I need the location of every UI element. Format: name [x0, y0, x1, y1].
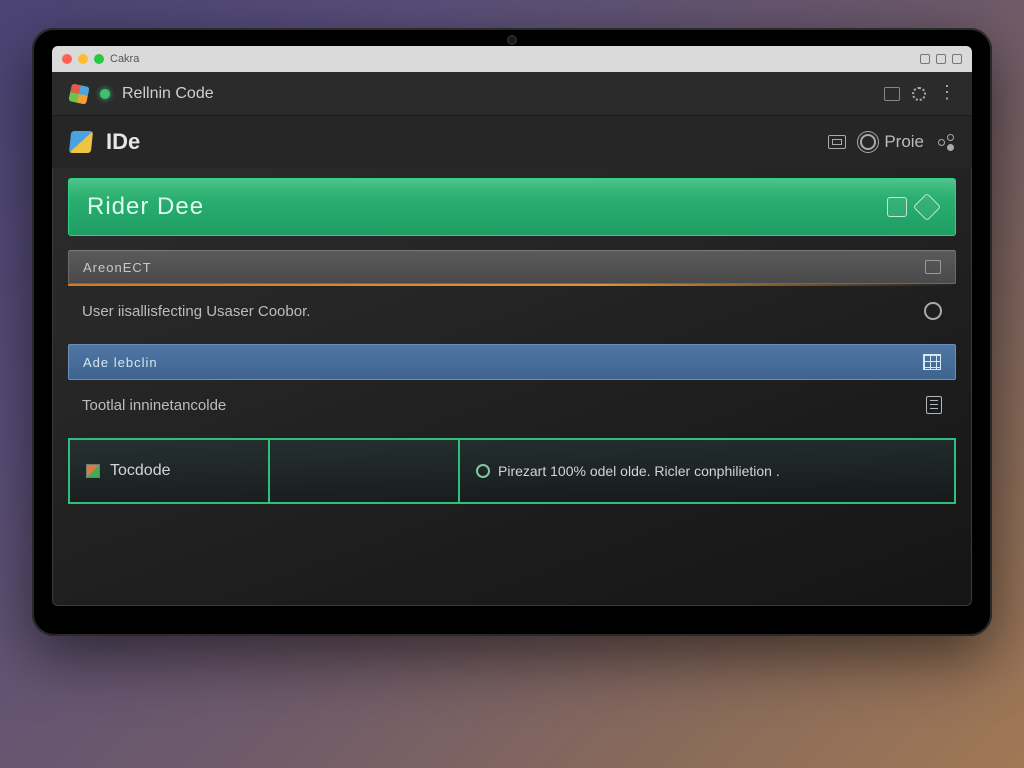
- panel-icon: [828, 135, 846, 149]
- monitor-frame: Cakra Rellnin Code ⋮ IDe Proie: [32, 28, 992, 636]
- bottom-left-label: Tocdode: [110, 462, 171, 480]
- os-title: Cakra: [110, 53, 139, 65]
- radio-icon[interactable]: [924, 302, 942, 320]
- brand-cube-icon: [69, 131, 93, 153]
- window-layout-icon[interactable]: [884, 87, 900, 101]
- os-titlebar: Cakra: [52, 46, 972, 72]
- project-menu[interactable]: Proie: [860, 132, 924, 152]
- module-icon: [86, 464, 100, 478]
- bottom-middle-cell[interactable]: [270, 440, 460, 502]
- tab-bar: Rellnin Code ⋮: [52, 72, 972, 116]
- document-icon[interactable]: [926, 396, 942, 414]
- minimize-window-icon[interactable]: [78, 54, 88, 64]
- divider-orange: [68, 284, 956, 286]
- document-icon[interactable]: [887, 197, 907, 217]
- section-header-b[interactable]: Ade lebclin: [68, 344, 956, 380]
- status-dot-icon: [100, 89, 110, 99]
- tab-title[interactable]: Rellnin Code: [122, 85, 214, 103]
- app-toolbar: IDe Proie: [52, 116, 972, 168]
- gear-icon: [860, 134, 876, 150]
- grid-icon[interactable]: [923, 354, 941, 370]
- section-header-a[interactable]: AreonECT: [68, 250, 956, 284]
- systray-icon[interactable]: [936, 54, 946, 64]
- systray-icon[interactable]: [952, 54, 962, 64]
- section-a-body-row: User iisallisfecting Usaser Coobor.: [68, 294, 956, 328]
- panel-icon[interactable]: [925, 260, 941, 274]
- share-icon: [938, 134, 954, 150]
- share-button[interactable]: [938, 134, 954, 150]
- project-menu-label: Proie: [884, 132, 924, 152]
- bottom-panel: Tocdode Pirezart 100% odel olde. Ricler …: [68, 438, 956, 504]
- banner-title: Rider Dee: [87, 193, 204, 221]
- section-b-body-row: Tootlal inninetancolde: [68, 388, 956, 422]
- screen: Cakra Rellnin Code ⋮ IDe Proie: [52, 46, 972, 606]
- main-banner: Rider Dee: [68, 178, 956, 236]
- app-logo-icon: [68, 83, 89, 104]
- gear-icon[interactable]: [912, 87, 926, 101]
- brand-label: IDe: [106, 129, 140, 155]
- section-b-label: Ade lebclin: [83, 355, 158, 370]
- section-b-body: Tootlal inninetancolde: [82, 397, 226, 414]
- progress-ring-icon: [476, 464, 490, 478]
- maximize-window-icon[interactable]: [94, 54, 104, 64]
- bottom-status-cell: Pirezart 100% odel olde. Ricler conphili…: [460, 440, 954, 502]
- section-a-label: AreonECT: [83, 260, 152, 275]
- window-controls: [62, 54, 104, 64]
- bottom-left-cell[interactable]: Tocdode: [70, 440, 270, 502]
- systray-icon[interactable]: [920, 54, 930, 64]
- section-a-body: User iisallisfecting Usaser Coobor.: [82, 303, 310, 320]
- camera-dot: [507, 35, 517, 45]
- wrench-icon[interactable]: [913, 193, 941, 221]
- bottom-status-text: Pirezart 100% odel olde. Ricler conphili…: [498, 463, 780, 479]
- more-icon[interactable]: ⋮: [938, 87, 954, 101]
- close-window-icon[interactable]: [62, 54, 72, 64]
- panel-toggle-button[interactable]: [828, 135, 846, 149]
